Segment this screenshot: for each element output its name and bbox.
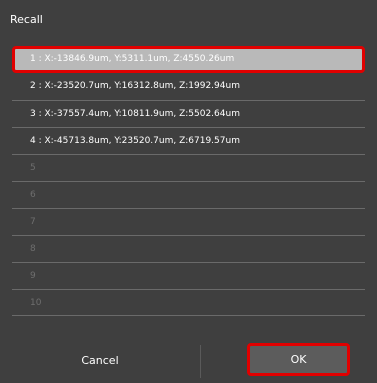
recall-dialog: Recall 1 : X:-13846.9um, Y:5311.1um, Z:4… <box>0 0 377 383</box>
dialog-footer: Cancel OK <box>0 340 377 383</box>
dialog-title: Recall <box>10 13 43 26</box>
recall-item-2[interactable]: 2 : X:-23520.7um, Y:16312.8um, Z:1992.94… <box>12 73 365 100</box>
recall-item-10[interactable]: 10 <box>12 289 365 316</box>
recall-list: 1 : X:-13846.9um, Y:5311.1um, Z:4550.26u… <box>12 46 365 316</box>
recall-item-1[interactable]: 1 : X:-13846.9um, Y:5311.1um, Z:4550.26u… <box>12 46 365 73</box>
recall-item-6[interactable]: 6 <box>12 181 365 208</box>
cancel-button[interactable]: Cancel <box>30 346 170 375</box>
recall-item-4[interactable]: 4 : X:-45713.8um, Y:23520.7um, Z:6719.57… <box>12 127 365 154</box>
footer-divider <box>200 345 201 378</box>
ok-button[interactable]: OK <box>247 343 350 376</box>
recall-item-5[interactable]: 5 <box>12 154 365 181</box>
recall-item-8[interactable]: 8 <box>12 235 365 262</box>
recall-item-3[interactable]: 3 : X:-37557.4um, Y:10811.9um, Z:5502.64… <box>12 100 365 127</box>
recall-item-9[interactable]: 9 <box>12 262 365 289</box>
recall-item-7[interactable]: 7 <box>12 208 365 235</box>
